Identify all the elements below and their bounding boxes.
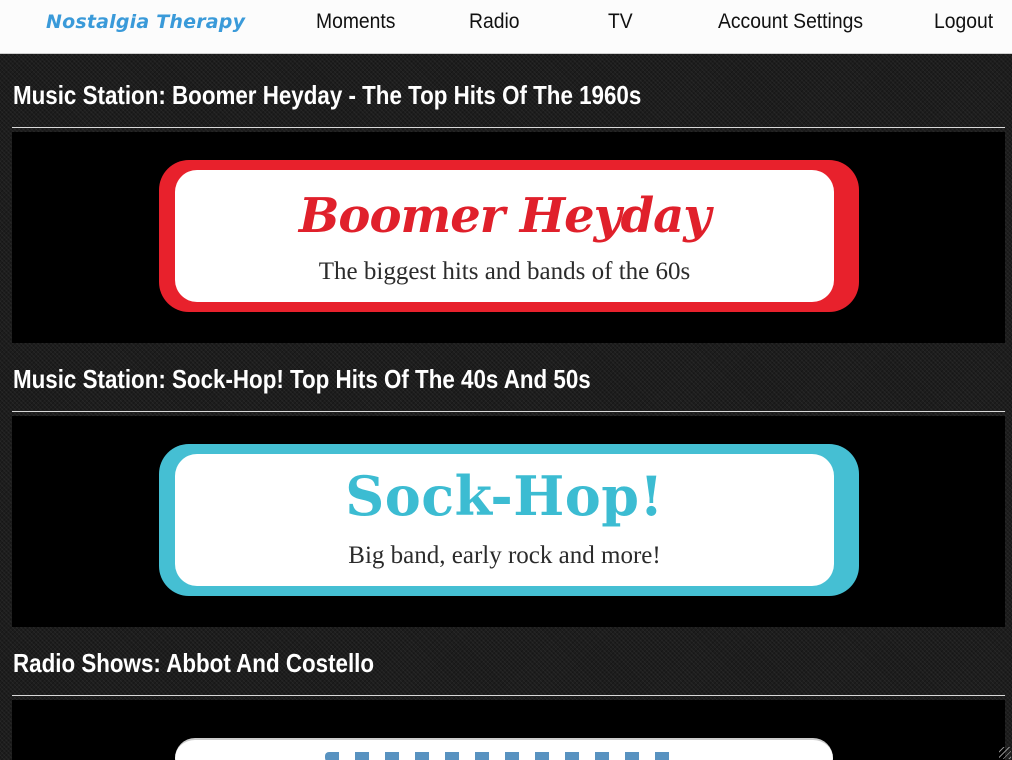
nav-link-radio[interactable]: Radio — [469, 10, 519, 34]
nav-link-tv[interactable]: TV — [608, 10, 633, 34]
station-tagline: Big band, early rock and more! — [348, 542, 661, 569]
brand-logo-link[interactable]: Nostalgia Therapy — [46, 11, 245, 33]
section-divider — [12, 411, 1005, 412]
station-card-sock-hop[interactable]: Sock-Hop! Big band, early rock and more! — [159, 444, 859, 596]
station-card-inner: Sock-Hop! Big band, early rock and more! — [175, 454, 834, 586]
section-divider — [12, 695, 1005, 696]
station-tagline: The biggest hits and bands of the 60s — [318, 258, 691, 285]
nav-link-account-settings[interactable]: Account Settings — [718, 10, 863, 34]
section-title-boomer-heyday: Music Station: Boomer Heyday - The Top H… — [13, 80, 642, 110]
station-card-inner: Boomer Heyday The biggest hits and bands… — [175, 170, 834, 302]
boomer-heyday-logo: Boomer Heyday — [298, 188, 711, 244]
sock-hop-logo: Sock-Hop! — [345, 464, 664, 528]
section-title-abbot-costello: Radio Shows: Abbot And Costello — [13, 648, 375, 678]
nav-link-moments[interactable]: Moments — [316, 10, 395, 34]
section-title-sock-hop: Music Station: Sock-Hop! Top Hits Of The… — [13, 364, 591, 394]
nav-link-logout[interactable]: Logout — [934, 10, 993, 34]
station-card-boomer-heyday[interactable]: Boomer Heyday The biggest hits and bands… — [159, 160, 859, 312]
radio-show-logo-partial — [325, 752, 685, 760]
section-divider — [12, 127, 1005, 128]
window-resize-grip[interactable] — [999, 747, 1011, 759]
radio-show-card-abbot-costello[interactable] — [175, 738, 833, 760]
top-navbar: Nostalgia Therapy Moments Radio TV Accou… — [0, 0, 1012, 54]
